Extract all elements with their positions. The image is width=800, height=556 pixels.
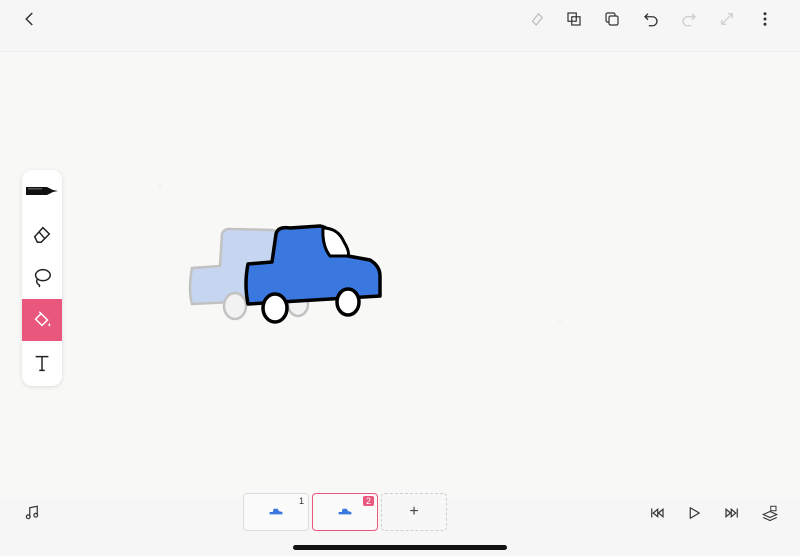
layers-button[interactable] xyxy=(597,8,627,30)
eraser-all-icon xyxy=(531,12,544,26)
copy-frame-button[interactable] xyxy=(559,8,589,30)
add-frame-button[interactable]: + xyxy=(381,493,447,531)
onion-skin-button[interactable] xyxy=(758,503,782,523)
pen-icon xyxy=(26,187,58,195)
car-thumbnail-icon xyxy=(269,508,283,515)
redo-icon xyxy=(682,13,696,27)
paint-bucket-icon xyxy=(34,311,51,327)
frame-thumbnail-2[interactable]: 2 xyxy=(312,493,378,531)
clear-button[interactable] xyxy=(522,8,552,30)
eraser-tool[interactable] xyxy=(22,213,62,255)
lasso-tool[interactable] xyxy=(22,256,62,298)
skip-to-end-icon xyxy=(725,507,738,519)
undo-icon xyxy=(644,13,658,27)
skip-to-start-icon xyxy=(651,507,664,519)
music-note-icon xyxy=(25,505,39,520)
chevron-left-icon xyxy=(25,12,33,26)
undo-button[interactable] xyxy=(636,8,666,30)
more-button[interactable] xyxy=(750,8,780,30)
layers-icon xyxy=(605,12,619,26)
car-drawing xyxy=(188,224,382,324)
frame-number: 1 xyxy=(298,496,304,506)
music-button[interactable] xyxy=(20,503,44,523)
frame-thumbnail-1[interactable]: 1 xyxy=(243,493,309,531)
drawing-canvas[interactable] xyxy=(0,52,800,500)
add-frame-label: + xyxy=(409,503,419,520)
last-frame-button[interactable] xyxy=(720,503,744,523)
play-icon xyxy=(689,507,700,519)
fill-tool[interactable] xyxy=(22,299,62,341)
frame-number-badge: 2 xyxy=(362,496,374,506)
pen-tool[interactable] xyxy=(22,170,62,212)
redo-button[interactable] xyxy=(674,8,704,30)
text-tool[interactable] xyxy=(22,342,62,384)
text-icon xyxy=(35,355,49,372)
top-toolbar xyxy=(0,0,800,52)
eraser-icon xyxy=(33,226,51,243)
first-frame-button[interactable] xyxy=(645,503,669,523)
resize-icon xyxy=(721,13,733,25)
home-indicator xyxy=(293,545,507,550)
play-button[interactable] xyxy=(682,503,706,523)
car-thumbnail-icon xyxy=(338,508,352,515)
back-button[interactable] xyxy=(15,8,45,30)
resize-button[interactable] xyxy=(712,8,742,30)
lasso-icon xyxy=(34,268,51,288)
more-icon xyxy=(763,12,767,26)
copy-frame-icon xyxy=(567,12,581,26)
tool-palette xyxy=(22,170,62,386)
onion-skin-icon xyxy=(761,505,779,522)
